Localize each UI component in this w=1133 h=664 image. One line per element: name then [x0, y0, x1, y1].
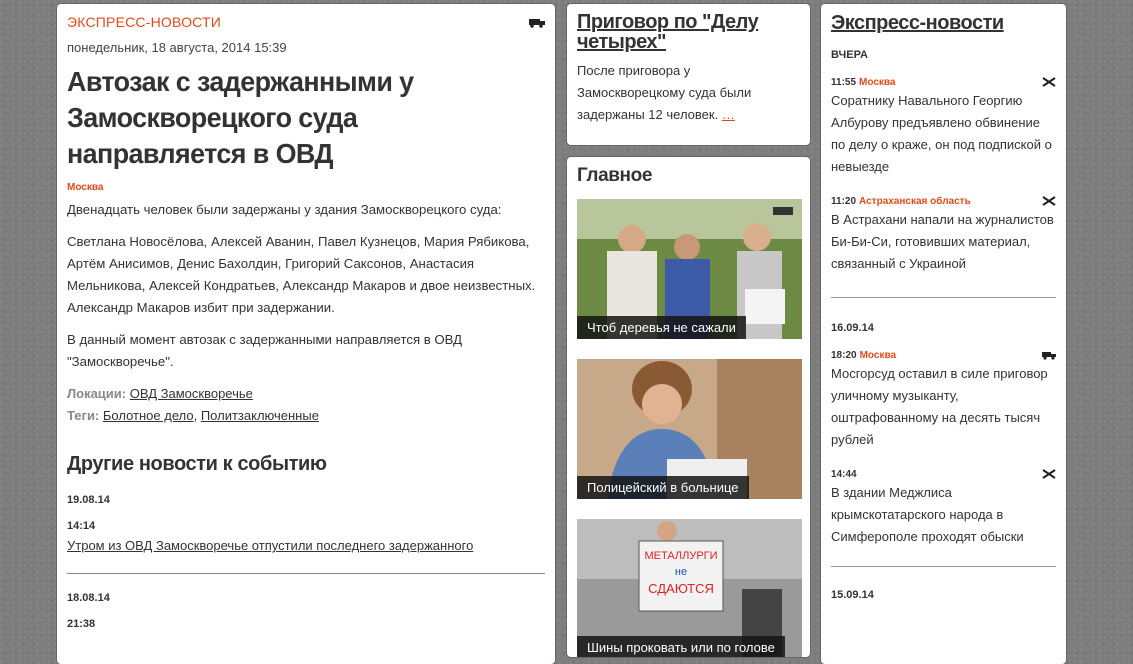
crossed-hammers-icon: [1042, 77, 1056, 87]
police-van-icon: [1042, 352, 1056, 360]
article-date: понедельник, 18 августа, 2014 15:39: [67, 40, 287, 55]
related-news-heading: Другие новости к событию: [67, 453, 327, 475]
divider: [67, 573, 545, 574]
sign-text-3: СДАЮТСЯ: [648, 581, 714, 596]
location-link[interactable]: ОВД Замоскворечье: [130, 386, 253, 401]
locations-label: Локации:: [67, 386, 127, 401]
article-locations: Локации: ОВД Замоскворечье: [67, 383, 545, 405]
express-news-title[interactable]: Экспресс-новости: [831, 12, 1004, 34]
article-paragraph-2: Светлана Новосёлова, Алексей Аванин, Пав…: [67, 234, 536, 315]
news-day-label: 15.09.14: [831, 589, 874, 601]
story-card[interactable]: МЕТАЛЛУРГИ не СДАЮТСЯ Шины проковать или…: [577, 519, 802, 657]
news-time: 14:44: [831, 469, 857, 480]
news-time: 11:55: [831, 77, 857, 88]
verdict-text: После приговора у Замоскворецкому суда б…: [577, 60, 800, 126]
story-caption[interactable]: Чтоб деревья не сажали: [577, 316, 746, 339]
police-van-icon: [529, 19, 545, 28]
divider: [831, 297, 1056, 298]
news-text[interactable]: В Астрахани напали на журналистов Би-Би-…: [831, 209, 1056, 275]
news-day-label: 16.09.14: [831, 322, 874, 334]
related-news-link[interactable]: Утром из ОВД Замоскворечье отпустили пос…: [67, 538, 545, 553]
story-card[interactable]: Чтоб деревья не сажали: [577, 199, 802, 339]
main-stories-box: Главное Чтоб деревья не сажали Полицейск…: [567, 157, 810, 657]
tags-label: Теги:: [67, 408, 100, 423]
news-region[interactable]: Москва: [860, 350, 896, 361]
verdict-box: Приговор по "Делу четырех" После пригово…: [567, 4, 810, 145]
main-stories-title: Главное: [577, 165, 652, 186]
news-time: 11:20: [831, 196, 857, 207]
related-time: 21:38: [67, 618, 96, 630]
story-caption[interactable]: Полицейский в больнице: [577, 476, 749, 499]
crossed-hammers-icon: [1042, 469, 1056, 479]
article-panel: ЭКСПРЕСС-НОВОСТИ понедельник, 18 августа…: [57, 4, 555, 664]
tag-link-bolotnoe[interactable]: Болотное дело: [103, 408, 194, 423]
story-caption[interactable]: Шины проковать или по голове: [577, 636, 785, 657]
news-item[interactable]: 18:20 Москва Мосгорсуд оставил в силе при…: [831, 350, 1056, 451]
article-paragraph-1: Двенадцать человек были задержаны у здан…: [67, 202, 502, 217]
article-paragraph-3: В данный момент автозак с задержанными н…: [67, 332, 463, 369]
news-time: 18:20: [831, 350, 857, 361]
divider: [831, 566, 1056, 567]
news-item[interactable]: 14:44 В здании Меджлиса крымскотатарског…: [831, 469, 1056, 548]
related-date: 18.08.14: [67, 592, 110, 604]
news-day-label: ВЧЕРА: [831, 49, 868, 61]
article-title: Автозак с задержанными у Замоскворецкого…: [67, 66, 414, 169]
verdict-title-link[interactable]: Приговор по "Делу четырех": [577, 12, 800, 52]
sign-text-2: не: [675, 566, 687, 578]
news-text[interactable]: В здании Меджлиса крымскотатарского наро…: [831, 482, 1056, 548]
read-more-link[interactable]: …: [722, 107, 735, 122]
news-item[interactable]: 11:20 Астраханская область В Астрахани на…: [831, 196, 1056, 275]
news-text[interactable]: Мосгорсуд оставил в силе приговор улично…: [831, 363, 1056, 451]
crossed-hammers-icon: [1042, 196, 1056, 206]
news-region[interactable]: Москва: [859, 77, 895, 88]
article-tags: Теги: Болотное дело, Политзаключенные: [67, 408, 319, 423]
news-text[interactable]: Соратнику Навального Георгию Албурову пр…: [831, 90, 1056, 178]
sign-text-1: МЕТАЛЛУРГИ: [644, 550, 717, 562]
story-card[interactable]: Полицейский в больнице: [577, 359, 802, 499]
news-region[interactable]: Астраханская область: [859, 196, 971, 207]
express-news-panel: Экспресс-новости ВЧЕРА 11:55 Москва Сорат…: [821, 4, 1066, 664]
related-date: 19.08.14: [67, 494, 110, 506]
tag-link-politzek[interactable]: Политзаключенные: [201, 408, 319, 423]
article-location[interactable]: Москва: [67, 182, 545, 193]
news-item[interactable]: 11:55 Москва Соратнику Навального Георгию…: [831, 77, 1056, 178]
section-kicker[interactable]: ЭКСПРЕСС-НОВОСТИ: [67, 14, 545, 30]
related-time: 14:14: [67, 520, 96, 532]
